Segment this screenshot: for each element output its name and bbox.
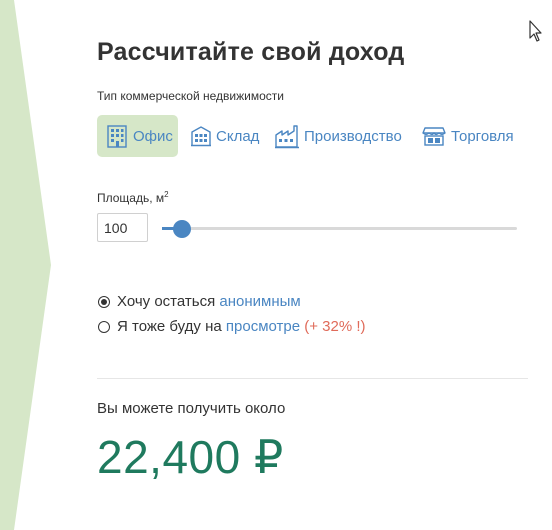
office-building-icon: [107, 125, 127, 148]
factory-icon: [275, 125, 299, 149]
type-option-office[interactable]: Офис: [97, 115, 178, 157]
area-slider-track[interactable]: [162, 227, 517, 230]
side-arrow-decoration: [0, 0, 51, 530]
divider: [97, 378, 528, 379]
area-label: Площадь, м2: [97, 190, 169, 205]
option-viewing[interactable]: Я тоже буду на просмотре (+ 32% !): [98, 318, 366, 335]
viewing-link[interactable]: просмотре: [226, 318, 300, 335]
option-anonymous-text: Хочу остаться: [117, 293, 220, 310]
warehouse-icon: [191, 126, 211, 147]
option-anonymous[interactable]: Хочу остаться анонимным: [98, 293, 301, 310]
mouse-cursor-icon: [529, 20, 542, 42]
anonymous-link[interactable]: анонимным: [219, 293, 300, 310]
page-title: Рассчитайте свой доход: [97, 38, 405, 66]
property-type-label: Тип коммерческой недвижимости: [97, 89, 284, 103]
type-option-production-label: Производство: [304, 127, 402, 145]
shop-icon: [422, 127, 446, 146]
type-option-retail[interactable]: Торговля: [421, 115, 517, 157]
area-input[interactable]: [97, 213, 148, 242]
result-value: 22,400 ₽: [97, 431, 284, 483]
radio-anonymous[interactable]: [98, 295, 110, 308]
area-slider-thumb[interactable]: [173, 220, 192, 238]
type-option-warehouse-label: Склад: [216, 127, 260, 145]
area-unit-superscript: 2: [164, 190, 169, 199]
type-option-production[interactable]: Производство: [274, 115, 404, 157]
option-viewing-text: Я тоже буду на: [117, 318, 226, 335]
radio-selected-dot: [101, 298, 107, 305]
type-option-retail-label: Торговля: [451, 127, 514, 145]
result-label: Вы можете получить около: [97, 400, 286, 417]
radio-viewing[interactable]: [98, 320, 110, 333]
type-option-office-label: Офис: [133, 127, 173, 145]
viewing-bonus: (+ 32% !): [300, 318, 366, 335]
type-option-warehouse[interactable]: Склад: [190, 115, 260, 157]
